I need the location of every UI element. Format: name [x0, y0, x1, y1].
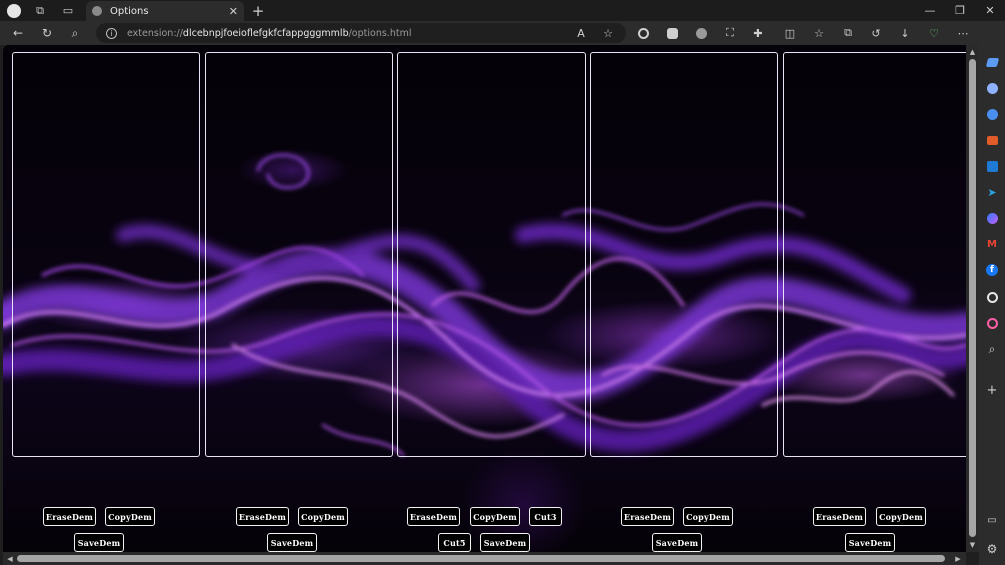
erase-button[interactable]: EraseDem	[621, 507, 674, 526]
tab-title: Options	[110, 5, 149, 17]
browser-toolbar: ← ↻ ⌕ i extension://dlcebnpjfoeioflefgkf…	[0, 21, 1005, 45]
scroll-left-arrow-icon[interactable]: ◀	[4, 552, 16, 565]
split-screen-icon[interactable]: ◫	[781, 24, 799, 42]
site-info-icon[interactable]: i	[106, 27, 117, 39]
extensions-puzzle-icon[interactable]: ✚	[749, 24, 767, 42]
save-button[interactable]: SaveDem	[74, 533, 124, 552]
erase-button[interactable]: EraseDem	[407, 507, 460, 526]
tab-close-icon[interactable]: ✕	[229, 5, 238, 18]
horizontal-scrollbar[interactable]: ◀ ▶	[3, 552, 966, 565]
close-window-button[interactable]: ✕	[975, 0, 1005, 21]
history-icon[interactable]: ↺	[867, 24, 885, 42]
profile-avatar-icon[interactable]	[7, 3, 21, 18]
sidebar-facebook-icon[interactable]: f	[984, 262, 1000, 278]
copy-button[interactable]: CopyDem	[876, 507, 926, 526]
copy-button[interactable]: CopyDem	[298, 507, 348, 526]
scroll-right-arrow-icon[interactable]: ▶	[952, 552, 964, 565]
tab-favicon-icon	[92, 6, 102, 16]
copy-button[interactable]: CopyDem	[470, 507, 520, 526]
vertical-scrollbar[interactable]: ▲ ▼	[966, 45, 979, 552]
search-icon[interactable]: ⌕	[64, 21, 86, 45]
refresh-icon[interactable]: ↻	[36, 21, 58, 45]
erase-button[interactable]: EraseDem	[43, 507, 96, 526]
address-url[interactable]: extension://dlcebnpjfoeioflefgkfcfappggg…	[127, 28, 411, 39]
extension-icon-3[interactable]	[692, 24, 710, 42]
extension-icon-2[interactable]	[663, 24, 681, 42]
scroll-up-arrow-icon[interactable]: ▲	[966, 46, 979, 58]
sidebar-telegram-icon[interactable]: ➤	[984, 184, 1000, 200]
sidebar-settings-icon[interactable]: ⚙	[984, 541, 1000, 557]
sidebar-search-icon[interactable]: ⌕	[984, 341, 1000, 357]
tab-strip: ⧉ ▭ Options ✕ + — ❐ ✕	[0, 0, 1005, 21]
erase-button[interactable]: EraseDem	[236, 507, 289, 526]
sidebar-people-icon[interactable]	[984, 80, 1000, 96]
extension-icon-1[interactable]	[634, 24, 652, 42]
edge-sidebar: ➤ M f ⌕ + ▭ ⚙	[979, 21, 1005, 565]
tab-options[interactable]: Options ✕	[86, 1, 244, 21]
vertical-scroll-thumb[interactable]	[969, 59, 976, 537]
save-button[interactable]: SaveDem	[652, 533, 702, 552]
panel-5	[783, 52, 966, 457]
sidebar-copilot-icon[interactable]	[984, 106, 1000, 122]
workspaces-icon[interactable]: ⧉	[29, 0, 51, 21]
tab-actions-icon[interactable]: ▭	[57, 0, 79, 21]
screenshot-icon[interactable]: ⛶	[721, 24, 739, 42]
sidebar-tag-icon[interactable]	[984, 54, 1000, 70]
options-page: EraseDem CopyDem SaveDem EraseDem CopyDe…	[3, 45, 966, 552]
save-button[interactable]: SaveDem	[480, 533, 530, 552]
address-bar[interactable]: i extension://dlcebnpjfoeioflefgkfcfappg…	[96, 23, 626, 43]
erase-button[interactable]: EraseDem	[813, 507, 866, 526]
sidebar-outlook-icon[interactable]	[984, 158, 1000, 174]
cut3-button[interactable]: Cut3	[529, 507, 562, 526]
panel-2	[205, 52, 393, 457]
collections-icon[interactable]: ⧉	[839, 24, 857, 42]
back-arrow-icon[interactable]: ←	[7, 21, 29, 45]
browser-essentials-icon[interactable]: ♡	[925, 24, 943, 42]
save-button[interactable]: SaveDem	[267, 533, 317, 552]
read-aloud-icon[interactable]: A	[572, 24, 590, 42]
new-tab-button[interactable]: +	[249, 1, 267, 21]
horizontal-scroll-thumb[interactable]	[17, 555, 945, 562]
more-menu-icon[interactable]: ⋯	[954, 24, 972, 42]
downloads-icon[interactable]: ↓	[896, 24, 914, 42]
copy-button[interactable]: CopyDem	[105, 507, 155, 526]
favorite-star-icon[interactable]: ☆	[599, 24, 617, 42]
panel-3	[397, 52, 586, 457]
panel-1	[12, 52, 200, 457]
scroll-down-arrow-icon[interactable]: ▼	[966, 539, 979, 551]
sidebar-circle-icon[interactable]	[984, 315, 1000, 331]
browser-window: ⧉ ▭ Options ✕ + — ❐ ✕ ← ↻ ⌕ i extension:…	[0, 0, 1005, 565]
minimize-button[interactable]: —	[915, 0, 945, 21]
restore-button[interactable]: ❐	[945, 0, 975, 21]
sidebar-tools-icon[interactable]	[984, 132, 1000, 148]
sidebar-gmail-icon[interactable]: M	[984, 236, 1000, 252]
panel-4	[590, 52, 778, 457]
copy-button[interactable]: CopyDem	[683, 507, 733, 526]
sidebar-messenger-icon[interactable]	[984, 210, 1000, 226]
sidebar-add-icon[interactable]: +	[984, 382, 1000, 398]
cut5-button[interactable]: Cut5	[438, 533, 471, 552]
sidebar-screenshot-icon[interactable]: ▭	[984, 512, 1000, 528]
sidebar-openai-icon[interactable]	[984, 289, 1000, 305]
save-button[interactable]: SaveDem	[845, 533, 895, 552]
favorites-icon[interactable]: ☆	[810, 24, 828, 42]
